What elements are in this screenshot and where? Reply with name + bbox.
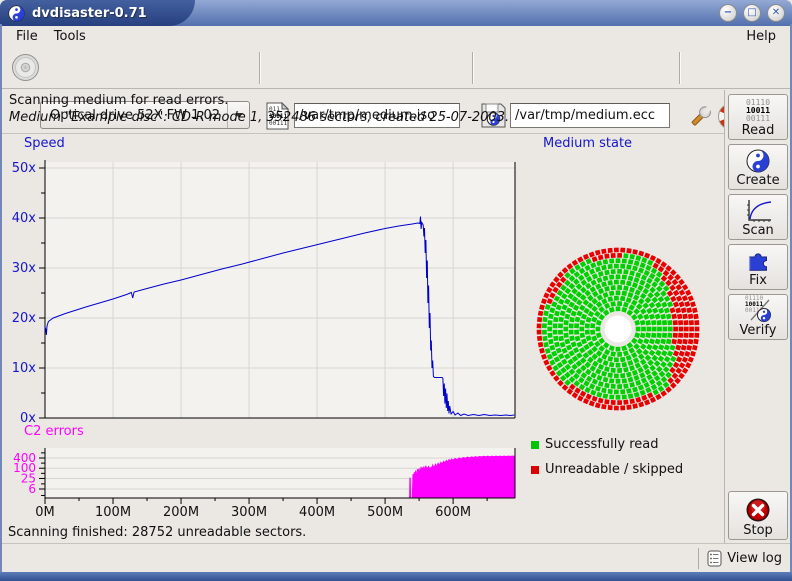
svg-text:200M: 200M bbox=[163, 505, 199, 520]
app-window: dvdisaster-0.71 − □ ✕ File Tools Help Op… bbox=[0, 0, 792, 581]
scan-button[interactable]: Scan bbox=[728, 194, 788, 240]
scan-graph-icon bbox=[745, 199, 772, 223]
statusbar: View log bbox=[2, 543, 790, 572]
view-log-button[interactable]: View log bbox=[698, 548, 782, 569]
app-logo-icon bbox=[8, 5, 25, 22]
legend-swatch-green bbox=[531, 441, 539, 449]
svg-text:0x: 0x bbox=[20, 411, 36, 426]
legend-label-read: Successfully read bbox=[545, 437, 658, 452]
read-button[interactable]: 011101001100111 Read bbox=[728, 94, 788, 140]
titlebar-tab: dvdisaster-0.71 bbox=[0, 0, 195, 26]
stop-icon bbox=[745, 497, 771, 523]
svg-text:10x: 10x bbox=[12, 361, 37, 376]
svg-text:600M: 600M bbox=[435, 505, 471, 520]
menu-help[interactable]: Help bbox=[738, 27, 784, 46]
status-line-2: Medium "Example disc": CD-R mode 1, 3524… bbox=[9, 110, 724, 125]
verify-slash-yinyang-icon bbox=[749, 298, 771, 322]
legend-item-read: Successfully read bbox=[531, 437, 658, 452]
svg-text:400M: 400M bbox=[299, 505, 335, 520]
scan-result-text: Scanning finished: 28752 unreadable sect… bbox=[8, 525, 306, 540]
svg-text:40x: 40x bbox=[12, 211, 37, 226]
maximize-button[interactable]: □ bbox=[743, 4, 761, 22]
cd-drive-icon[interactable] bbox=[11, 53, 40, 82]
read-button-label: Read bbox=[742, 123, 775, 138]
stop-button-label: Stop bbox=[743, 523, 773, 538]
verify-icon: 011101001100111 bbox=[745, 296, 771, 323]
puzzle-piece-icon bbox=[746, 248, 771, 273]
create-button[interactable]: Create bbox=[728, 144, 788, 190]
svg-text:30x: 30x bbox=[12, 261, 37, 276]
svg-text:400: 400 bbox=[13, 451, 36, 465]
main-content: Speed Medium state C2 errors 0x10x20x30x… bbox=[0, 134, 724, 543]
svg-text:300M: 300M bbox=[231, 505, 267, 520]
toolbar: Optical drive 52X FW 1.02 011 10011 0011… bbox=[2, 47, 790, 89]
legend-swatch-red bbox=[531, 466, 539, 474]
log-list-icon bbox=[707, 550, 723, 567]
window-title: dvdisaster-0.71 bbox=[32, 6, 147, 21]
charts-canvas: 0x10x20x30x40x50x6251004000M100M200M300M… bbox=[0, 134, 724, 543]
toolbar-separator bbox=[259, 52, 261, 84]
legend-label-unreadable: Unreadable / skipped bbox=[545, 462, 683, 477]
close-button[interactable]: ✕ bbox=[767, 4, 785, 22]
verify-button[interactable]: 011101001100111 Verify bbox=[728, 294, 788, 340]
svg-text:500M: 500M bbox=[367, 505, 403, 520]
svg-text:20x: 20x bbox=[12, 311, 37, 326]
toolbar-separator bbox=[472, 52, 474, 84]
action-sidebar: 011101001100111 Read Create Scan bbox=[724, 90, 790, 543]
window-bottom-border bbox=[0, 572, 792, 581]
legend-item-unreadable: Unreadable / skipped bbox=[531, 462, 683, 477]
read-binary-icon: 011101001100111 bbox=[746, 99, 770, 123]
scan-button-label: Scan bbox=[742, 223, 774, 238]
status-line-1: Scanning medium for read errors. bbox=[9, 93, 724, 108]
verify-button-label: Verify bbox=[740, 323, 777, 338]
window-edge bbox=[0, 24, 2, 572]
menu-tools[interactable]: Tools bbox=[46, 27, 94, 46]
minimize-button[interactable]: − bbox=[719, 4, 737, 22]
titlebar[interactable]: dvdisaster-0.71 − □ ✕ bbox=[0, 0, 792, 26]
fix-button-label: Fix bbox=[749, 273, 767, 288]
fix-button[interactable]: Fix bbox=[728, 244, 788, 290]
svg-text:100M: 100M bbox=[95, 505, 131, 520]
create-button-label: Create bbox=[736, 173, 779, 188]
svg-text:50x: 50x bbox=[12, 161, 37, 176]
status-info: Scanning medium for read errors. Medium … bbox=[2, 90, 724, 134]
view-log-label: View log bbox=[727, 551, 782, 566]
yin-yang-icon bbox=[746, 149, 770, 173]
menubar: File Tools Help bbox=[2, 26, 790, 47]
stop-button[interactable]: Stop bbox=[728, 491, 788, 540]
menu-file[interactable]: File bbox=[8, 27, 46, 46]
svg-text:0M: 0M bbox=[35, 505, 55, 520]
toolbar-separator bbox=[679, 52, 681, 84]
